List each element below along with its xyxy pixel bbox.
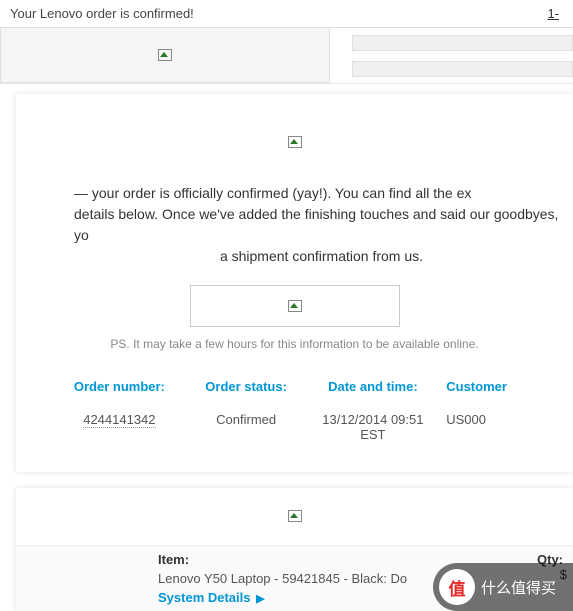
broken-image-icon (287, 298, 303, 314)
page-title: Your Lenovo order is confirmed! (10, 6, 547, 21)
cta-image-box (190, 285, 400, 327)
watermark-text: 什么值得买 (481, 577, 556, 598)
item-column-label: Item: (158, 552, 493, 567)
logo-panel (0, 28, 330, 83)
broken-image-icon (157, 47, 173, 63)
date-time-value: 13/12/2014 09:51 EST (310, 412, 437, 442)
order-number-value: 4244141342 (83, 412, 155, 428)
order-status-label: Order status: (183, 379, 310, 394)
watermark-icon: 值 (439, 569, 475, 605)
nav-bar-2 (352, 61, 573, 77)
confirmation-text-line2: details below. Once we've added the fini… (74, 204, 569, 246)
date-time-label: Date and time: (310, 379, 437, 394)
customer-label: Customer (446, 379, 573, 394)
order-number-label: Order number: (56, 379, 183, 394)
hero-image-slot (16, 114, 573, 183)
nav-bar-1 (352, 35, 573, 51)
order-info-row: Order number: 4244141342 Order status: C… (16, 379, 573, 442)
watermark-badge: 值 什么值得买 (433, 563, 573, 611)
ps-note: PS. It may take a few hours for this inf… (16, 337, 573, 351)
header-right-fragment: 1- (547, 6, 563, 21)
system-details-label: System Details (158, 590, 251, 605)
customer-value: US000 (446, 412, 573, 427)
broken-image-icon (287, 508, 303, 524)
arrow-right-icon: ▶ (256, 593, 264, 605)
broken-image-icon (287, 134, 303, 150)
confirmation-card: — your order is officially confirmed (ya… (16, 94, 573, 472)
confirmation-text-line3: a shipment confirmation from us. (74, 246, 569, 267)
item-thumbnail-slot (38, 552, 158, 605)
confirmation-text-line1: — your order is officially confirmed (ya… (74, 183, 569, 204)
item-hero-slot (16, 508, 573, 545)
top-bars (330, 28, 573, 83)
order-status-value: Confirmed (183, 412, 310, 427)
